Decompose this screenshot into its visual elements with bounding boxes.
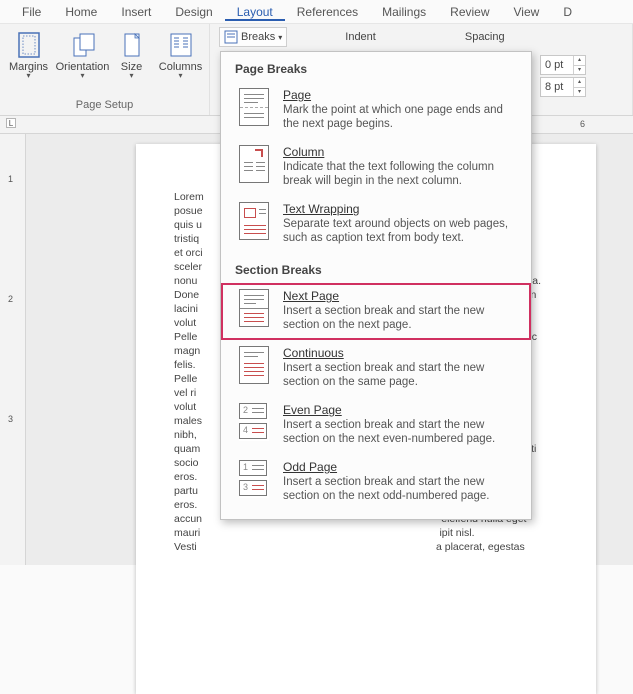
option-desc: Insert a section break and start the new… <box>283 361 517 389</box>
spinner-buttons[interactable]: ▴▾ <box>573 56 585 74</box>
tab-design[interactable]: Design <box>163 2 224 21</box>
page-break-icon <box>239 88 269 126</box>
orientation-button[interactable]: Orientation ▾ <box>58 30 108 81</box>
spacing-after-input[interactable]: 8 pt ▴▾ <box>540 77 586 97</box>
page-breaks-heading: Page Breaks <box>221 52 531 82</box>
breaks-button[interactable]: Breaks ▾ <box>219 27 287 47</box>
odd-badge: 1 <box>243 462 248 472</box>
option-desc: Separate text around objects on web page… <box>283 217 517 245</box>
tab-references[interactable]: References <box>285 2 370 21</box>
odd-badge2: 3 <box>243 482 248 492</box>
option-title: Continuous <box>283 346 517 360</box>
group-caption-page-setup: Page Setup <box>76 99 134 113</box>
ruler-number: 6 <box>580 119 585 129</box>
ruler-number: 2 <box>8 294 13 304</box>
break-option-column[interactable]: Column Indicate that the text following … <box>221 139 531 196</box>
option-title: Next Page <box>283 289 517 303</box>
ribbon-tabs: File Home Insert Design Layout Reference… <box>0 0 633 24</box>
option-desc: Insert a section break and start the new… <box>283 304 517 332</box>
tab-file[interactable]: File <box>10 2 53 21</box>
chevron-down-icon: ▾ <box>129 73 133 79</box>
next-page-break-icon <box>239 289 269 327</box>
break-option-text-wrapping[interactable]: Text Wrapping Separate text around objec… <box>221 196 531 253</box>
option-desc: Mark the point at which one page ends an… <box>283 103 517 131</box>
tab-view[interactable]: View <box>502 2 552 21</box>
margins-icon <box>14 32 44 58</box>
columns-icon <box>166 32 196 58</box>
tab-mailings[interactable]: Mailings <box>370 2 438 21</box>
doc-line: Vesti a placerat, egestas <box>174 540 566 554</box>
break-option-even-page[interactable]: 2 4 Even Page Insert a section break and… <box>221 397 531 454</box>
chevron-down-icon: ▾ <box>178 73 182 79</box>
indent-label: Indent <box>335 31 386 43</box>
tab-review[interactable]: Review <box>438 2 501 21</box>
spacing-before-value: 0 pt <box>545 59 563 71</box>
margins-button[interactable]: Margins ▾ <box>4 30 54 81</box>
break-option-page[interactable]: Page Mark the point at which one page en… <box>221 82 531 139</box>
option-title: Odd Page <box>283 460 517 474</box>
odd-page-break-icon: 1 3 <box>239 460 269 498</box>
text-wrapping-break-icon <box>239 202 269 240</box>
tab-d[interactable]: D <box>551 2 584 21</box>
ruler-number: 1 <box>8 174 13 184</box>
chevron-down-icon: ▾ <box>278 33 282 42</box>
option-title: Column <box>283 145 517 159</box>
chevron-down-icon: ▾ <box>80 73 84 79</box>
size-icon <box>117 32 147 58</box>
spinner-buttons[interactable]: ▴▾ <box>573 78 585 96</box>
tab-home[interactable]: Home <box>53 2 109 21</box>
option-desc: Insert a section break and start the new… <box>283 475 517 503</box>
group-page-setup: Margins ▾ Orientation ▾ Size ▾ Columns ▾… <box>0 24 210 115</box>
break-option-next-page[interactable]: Next Page Insert a section break and sta… <box>221 283 531 340</box>
even-badge2: 4 <box>243 425 248 435</box>
break-option-odd-page[interactable]: 1 3 Odd Page Insert a section break and … <box>221 454 531 511</box>
option-desc: Indicate that the text following the col… <box>283 160 517 188</box>
tab-layout[interactable]: Layout <box>225 2 285 21</box>
columns-button[interactable]: Columns ▾ <box>156 30 206 81</box>
breaks-label: Breaks <box>241 31 275 43</box>
tab-insert[interactable]: Insert <box>109 2 163 21</box>
chevron-down-icon: ▾ <box>26 73 30 79</box>
doc-line: mauri ipit nisl. <box>174 526 566 540</box>
tab-stop-marker[interactable]: L <box>6 118 16 128</box>
breaks-icon <box>224 30 238 44</box>
break-option-continuous[interactable]: Continuous Insert a section break and st… <box>221 340 531 397</box>
spacing-before-input[interactable]: 0 pt ▴▾ <box>540 55 586 75</box>
option-title: Even Page <box>283 403 517 417</box>
option-title: Page <box>283 88 517 102</box>
spacing-after-value: 8 pt <box>545 81 563 93</box>
option-title: Text Wrapping <box>283 202 517 216</box>
section-breaks-heading: Section Breaks <box>221 253 531 283</box>
ruler-number: 3 <box>8 414 13 424</box>
even-badge: 2 <box>243 405 248 415</box>
spacing-label: Spacing <box>455 31 515 43</box>
size-button[interactable]: Size ▾ <box>112 30 152 81</box>
orientation-icon <box>68 32 98 58</box>
continuous-break-icon <box>239 346 269 384</box>
column-break-icon <box>239 145 269 183</box>
breaks-dropdown-panel: Page Breaks Page Mark the point at which… <box>220 51 532 520</box>
even-page-break-icon: 2 4 <box>239 403 269 441</box>
vertical-ruler: 1 2 3 <box>0 134 26 565</box>
option-desc: Insert a section break and start the new… <box>283 418 517 446</box>
